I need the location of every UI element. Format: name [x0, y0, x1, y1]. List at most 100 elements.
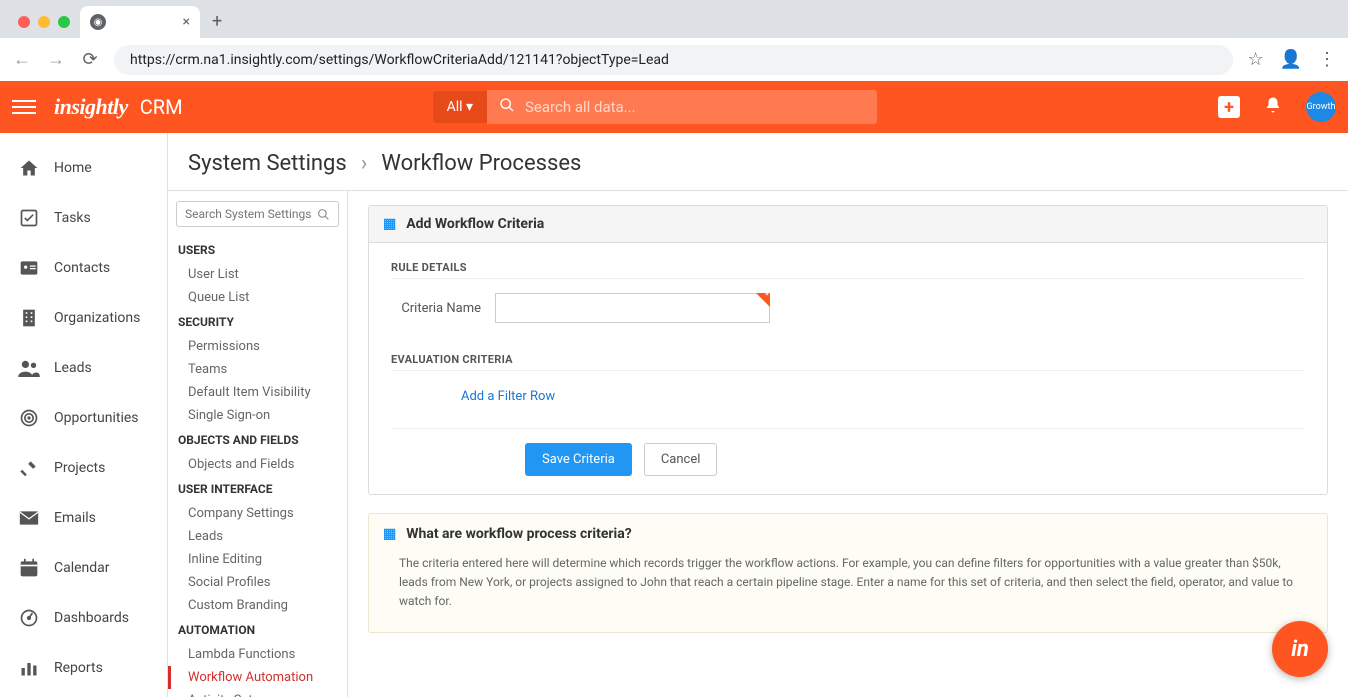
- nav-label: Emails: [54, 510, 96, 526]
- nav-label: Dashboards: [54, 610, 129, 626]
- nav-label: Opportunities: [54, 410, 139, 426]
- breadcrumb-current: Workflow Processes: [381, 151, 581, 176]
- nav-label: Leads: [54, 360, 92, 376]
- settings-main: ▦ Add Workflow Criteria RULE DETAILS Cri…: [348, 191, 1348, 697]
- minimize-window-button[interactable]: [38, 16, 50, 28]
- maximize-window-button[interactable]: [58, 16, 70, 28]
- settings-group-header: AUTOMATION: [168, 617, 347, 643]
- nav-tasks[interactable]: Tasks: [0, 193, 167, 243]
- global-search[interactable]: [487, 90, 877, 124]
- help-float-button[interactable]: in: [1272, 621, 1328, 677]
- settings-item-sso[interactable]: Single Sign-on: [168, 404, 347, 427]
- leads-icon: [18, 357, 40, 379]
- eval-criteria-label: EVALUATION CRITERIA: [391, 353, 1305, 371]
- panel-header: ▦ Add Workflow Criteria: [369, 206, 1327, 243]
- browser-tab[interactable]: ◉ ×: [80, 6, 200, 38]
- info-body: The criteria entered here will determine…: [369, 554, 1327, 632]
- nav-label: Home: [54, 160, 92, 176]
- nav-label: Reports: [54, 660, 103, 676]
- settings-search-input[interactable]: [185, 207, 317, 221]
- chevron-right-icon: ›: [361, 151, 368, 176]
- search-scope-dropdown[interactable]: All ▾: [433, 91, 487, 123]
- settings-search[interactable]: [176, 201, 339, 227]
- product-label: CRM: [140, 95, 183, 119]
- info-header: ▦ What are workflow process criteria?: [369, 514, 1327, 554]
- forward-button[interactable]: →: [46, 49, 66, 70]
- close-tab-icon[interactable]: ×: [183, 14, 190, 30]
- criteria-name-input[interactable]: [495, 293, 770, 323]
- breadcrumb: System Settings › Workflow Processes: [168, 133, 1348, 191]
- building-icon: [18, 307, 40, 329]
- rule-details-label: RULE DETAILS: [391, 261, 1305, 279]
- breadcrumb-root[interactable]: System Settings: [188, 151, 347, 176]
- settings-item-workflow[interactable]: Workflow Automation: [168, 666, 347, 689]
- nav-home[interactable]: Home: [0, 143, 167, 193]
- nav-label: Organizations: [54, 310, 140, 326]
- settings-item-leads[interactable]: Leads: [168, 525, 347, 548]
- settings-item-lambda[interactable]: Lambda Functions: [168, 643, 347, 666]
- settings-item-teams[interactable]: Teams: [168, 358, 347, 381]
- settings-item-social[interactable]: Social Profiles: [168, 571, 347, 594]
- settings-group-header: SECURITY: [168, 309, 347, 335]
- settings-item-inline[interactable]: Inline Editing: [168, 548, 347, 571]
- notifications-icon[interactable]: [1264, 95, 1282, 119]
- tab-bar: ◉ × +: [0, 0, 1348, 38]
- logo: insightly: [54, 94, 128, 120]
- nav-contacts[interactable]: Contacts: [0, 243, 167, 293]
- new-tab-button[interactable]: +: [200, 11, 234, 38]
- nav-label: Contacts: [54, 260, 110, 276]
- workflow-icon: ▦: [383, 216, 396, 232]
- search-input[interactable]: [525, 98, 865, 116]
- add-filter-link[interactable]: Add a Filter Row: [461, 389, 555, 404]
- home-icon: [18, 157, 40, 179]
- criteria-panel: ▦ Add Workflow Criteria RULE DETAILS Cri…: [368, 205, 1328, 495]
- menu-icon[interactable]: ⋮: [1318, 49, 1336, 70]
- info-panel: ▦ What are workflow process criteria? Th…: [368, 513, 1328, 633]
- mail-icon: [18, 507, 40, 529]
- required-star-icon: *: [765, 291, 769, 301]
- address-bar: ← → ⟳ https://crm.na1.insightly.com/sett…: [0, 38, 1348, 81]
- nav-organizations[interactable]: Organizations: [0, 293, 167, 343]
- calendar-icon: [18, 557, 40, 579]
- app-header: insightly CRM All ▾ + Growth: [0, 81, 1348, 133]
- nav-label: Projects: [54, 460, 105, 476]
- settings-item-activity[interactable]: Activity Sets: [168, 689, 347, 697]
- profile-icon[interactable]: 👤: [1280, 49, 1302, 70]
- nav-calendar[interactable]: Calendar: [0, 543, 167, 593]
- settings-item-company[interactable]: Company Settings: [168, 502, 347, 525]
- settings-item-queue-list[interactable]: Queue List: [168, 286, 347, 309]
- settings-item-objects[interactable]: Objects and Fields: [168, 453, 347, 476]
- star-icon[interactable]: ☆: [1247, 49, 1263, 70]
- nav-emails[interactable]: Emails: [0, 493, 167, 543]
- chart-icon: [18, 657, 40, 679]
- close-window-button[interactable]: [18, 16, 30, 28]
- search-icon: [317, 208, 330, 221]
- gauge-icon: [18, 607, 40, 629]
- settings-item-permissions[interactable]: Permissions: [168, 335, 347, 358]
- cancel-button[interactable]: Cancel: [644, 443, 718, 476]
- reload-button[interactable]: ⟳: [80, 49, 100, 70]
- panel-title: Add Workflow Criteria: [406, 216, 544, 232]
- workflow-icon: ▦: [383, 526, 396, 542]
- info-title: What are workflow process criteria?: [406, 526, 632, 542]
- settings-item-branding[interactable]: Custom Branding: [168, 594, 347, 617]
- settings-group-header: USERS: [168, 237, 347, 263]
- settings-item-user-list[interactable]: User List: [168, 263, 347, 286]
- nav-dashboards[interactable]: Dashboards: [0, 593, 167, 643]
- nav-reports[interactable]: Reports: [0, 643, 167, 693]
- settings-item-visibility[interactable]: Default Item Visibility: [168, 381, 347, 404]
- tasks-icon: [18, 207, 40, 229]
- menu-toggle-button[interactable]: [12, 96, 36, 118]
- nav-leads[interactable]: Leads: [0, 343, 167, 393]
- back-button[interactable]: ←: [12, 49, 32, 70]
- nav-opportunities[interactable]: Opportunities: [0, 393, 167, 443]
- add-button[interactable]: +: [1218, 96, 1240, 118]
- window-controls: [12, 16, 80, 38]
- browser-chrome: ◉ × + ← → ⟳ https://crm.na1.insightly.co…: [0, 0, 1348, 81]
- target-icon: [18, 407, 40, 429]
- save-button[interactable]: Save Criteria: [525, 443, 632, 476]
- nav-label: Tasks: [54, 210, 91, 226]
- url-field[interactable]: https://crm.na1.insightly.com/settings/W…: [114, 45, 1233, 75]
- nav-projects[interactable]: Projects: [0, 443, 167, 493]
- user-avatar[interactable]: Growth: [1306, 92, 1336, 122]
